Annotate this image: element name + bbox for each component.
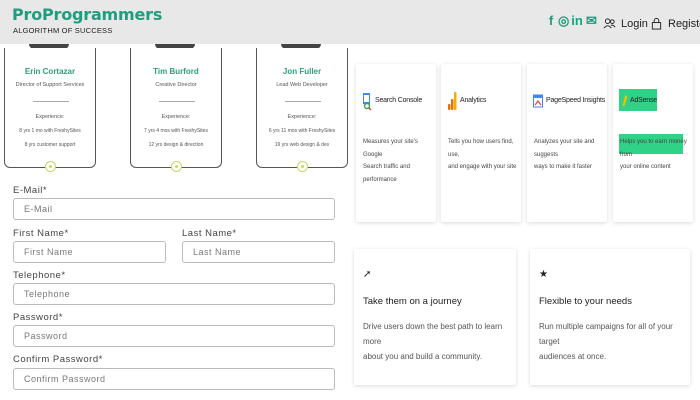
brand-logo[interactable]: ProProgrammers	[12, 5, 162, 24]
brand-tagline: ALGORITHM OF SUCCESS	[13, 26, 113, 35]
tool-name: Analytics	[460, 96, 487, 104]
divider	[33, 101, 69, 102]
tool-desc-line: your online content	[620, 164, 671, 170]
telephone-field[interactable]	[13, 283, 335, 305]
tool-card-pagespeed[interactable]: PageSpeed Insights Analyzes your site an…	[527, 64, 607, 222]
users-icon	[603, 18, 616, 29]
tool-desc-line: and engage with your site	[448, 164, 517, 170]
team-card: Erin Cortazar Director of Support Servic…	[4, 48, 96, 172]
experience-label: Experience:	[287, 114, 317, 120]
adsense-icon	[622, 95, 628, 107]
card-toggle-icon[interactable]	[297, 161, 308, 172]
experience-label: Experience:	[35, 114, 65, 120]
feature-desc-line: about you and build a community.	[363, 352, 483, 361]
last-name-field[interactable]	[182, 241, 335, 263]
register-button[interactable]: Register	[650, 17, 700, 30]
tool-card-search-console[interactable]: Search Console Measures your site's Goog…	[356, 64, 436, 222]
card-toggle-icon[interactable]	[171, 161, 182, 172]
experience-line: 8 yrs 1 mo with FreshySites	[19, 128, 81, 134]
feature-desc-line: Run multiple campaigns for all of your t…	[539, 322, 673, 346]
star-icon: ★	[539, 269, 548, 280]
feature-card-journey: ➚ Take them on a journey Drive users dow…	[354, 249, 516, 385]
login-button[interactable]: Login	[603, 17, 648, 30]
register-label: Register	[668, 17, 700, 30]
mail-icon[interactable]: ✉	[586, 13, 597, 29]
feature-desc-line: Drive users down the best path to learn …	[363, 322, 503, 346]
first-name-field[interactable]	[13, 241, 166, 263]
card-toggle-icon[interactable]	[45, 161, 56, 172]
search-console-icon	[363, 93, 372, 111]
feature-title: Take them on a journey	[363, 296, 462, 307]
team-member-name: Erin Cortazar	[24, 67, 76, 76]
experience-line: 7 yrs 4 mos with FreshySites	[144, 128, 208, 134]
team-member-role: Lead Web Developer	[276, 82, 328, 88]
facebook-icon[interactable]: f	[546, 13, 556, 29]
first-name-label: First Name*	[13, 228, 69, 239]
divider	[159, 101, 195, 102]
team-member-name: Jon Fuller	[282, 67, 322, 76]
tool-desc-line: Helps you to earn money from	[620, 139, 687, 158]
telephone-label: Telephone*	[13, 270, 66, 281]
tool-desc-line: Search traffic and performance	[363, 164, 410, 183]
team-member-role: Creative Director	[155, 82, 197, 88]
last-name-label: Last Name*	[182, 228, 237, 239]
tool-desc-line: ways to make it faster	[534, 164, 593, 170]
feature-title: Flexible to your needs	[539, 296, 632, 307]
tool-card-analytics[interactable]: Analytics Tells you how users find, use,…	[441, 64, 521, 222]
team-card: Jon Fuller Lead Web Developer Experience…	[256, 48, 348, 172]
analytics-icon	[448, 92, 457, 110]
trending-up-icon: ➚	[363, 269, 372, 280]
tool-description: Analyzes your site and suggests ways to …	[534, 136, 606, 174]
email-field[interactable]	[13, 198, 335, 220]
tool-description: Helps you to earn money from your online…	[620, 136, 692, 174]
email-label: E-Mail*	[13, 185, 48, 196]
experience-line: 8 yrs customer support	[24, 142, 76, 148]
team-card: Tim Burford Creative Director Experience…	[130, 48, 222, 172]
tool-name: PageSpeed Insights	[546, 96, 606, 104]
pagespeed-icon	[533, 94, 543, 108]
tool-desc-line: Measures your site's Google	[363, 139, 418, 158]
tool-name: Search Console	[375, 96, 423, 104]
social-links: f ◎ in ✉	[546, 13, 597, 29]
experience-line: 19 yrs web design & dev	[274, 142, 330, 148]
site-header: ProProgrammers ALGORITHM OF SUCCESS f ◎ …	[0, 0, 700, 44]
experience-label: Experience:	[161, 114, 191, 120]
instagram-icon[interactable]: ◎	[558, 13, 569, 29]
confirm-password-field[interactable]	[13, 368, 335, 390]
experience-line: 6 yrs 11 mos with FreshySites	[268, 128, 336, 134]
feature-card-flexible: ★ Flexible to your needs Run multiple ca…	[530, 249, 690, 385]
tool-name: AdSense	[629, 96, 657, 104]
tool-card-adsense[interactable]: AdSense Helps you to earn money from you…	[613, 64, 693, 222]
confirm-password-label: Confirm Password*	[13, 354, 103, 365]
password-field[interactable]	[13, 325, 335, 347]
password-label: Password*	[13, 312, 63, 323]
feature-description: Drive users down the best path to learn …	[363, 319, 516, 364]
login-label: Login	[621, 17, 648, 30]
tool-description: Tells you how users find, use, and engag…	[448, 136, 520, 174]
divider	[285, 101, 321, 102]
adsense-header-highlight: AdSense	[619, 89, 657, 111]
tool-desc-line: Analyzes your site and suggests	[534, 139, 595, 158]
tool-desc-line: Tells you how users find, use,	[448, 139, 514, 158]
team-member-name: Tim Burford	[153, 67, 199, 76]
tool-description: Measures your site's Google Search traff…	[363, 136, 435, 186]
feature-description: Run multiple campaigns for all of your t…	[539, 319, 690, 364]
team-member-role: Director of Support Services	[15, 82, 85, 88]
experience-line: 12 yrs design & direction	[148, 142, 204, 148]
feature-desc-line: audiences at once.	[539, 352, 607, 361]
lock-icon	[651, 17, 662, 30]
linkedin-icon[interactable]: in	[570, 13, 584, 29]
